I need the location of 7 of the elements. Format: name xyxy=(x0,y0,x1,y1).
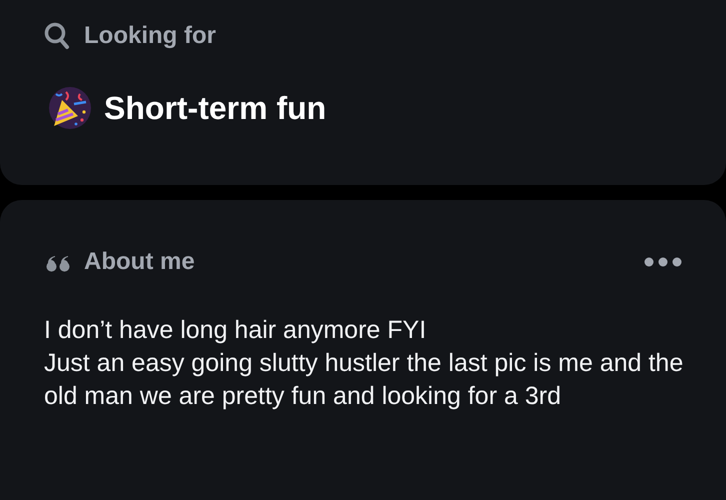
about-me-text: I don’t have long hair anymore FYI Just an easy going slutty hustler the last pic is me and the old man we are pretty fun and looking for a 3rd xyxy=(44,315,684,412)
search-icon xyxy=(44,22,70,50)
section-label: Looking for xyxy=(84,22,216,50)
section-label: About me xyxy=(84,248,195,276)
looking-for-value: Short-term fun xyxy=(104,90,326,126)
party-popper-icon xyxy=(48,86,92,130)
more-options-icon[interactable] xyxy=(644,257,682,267)
